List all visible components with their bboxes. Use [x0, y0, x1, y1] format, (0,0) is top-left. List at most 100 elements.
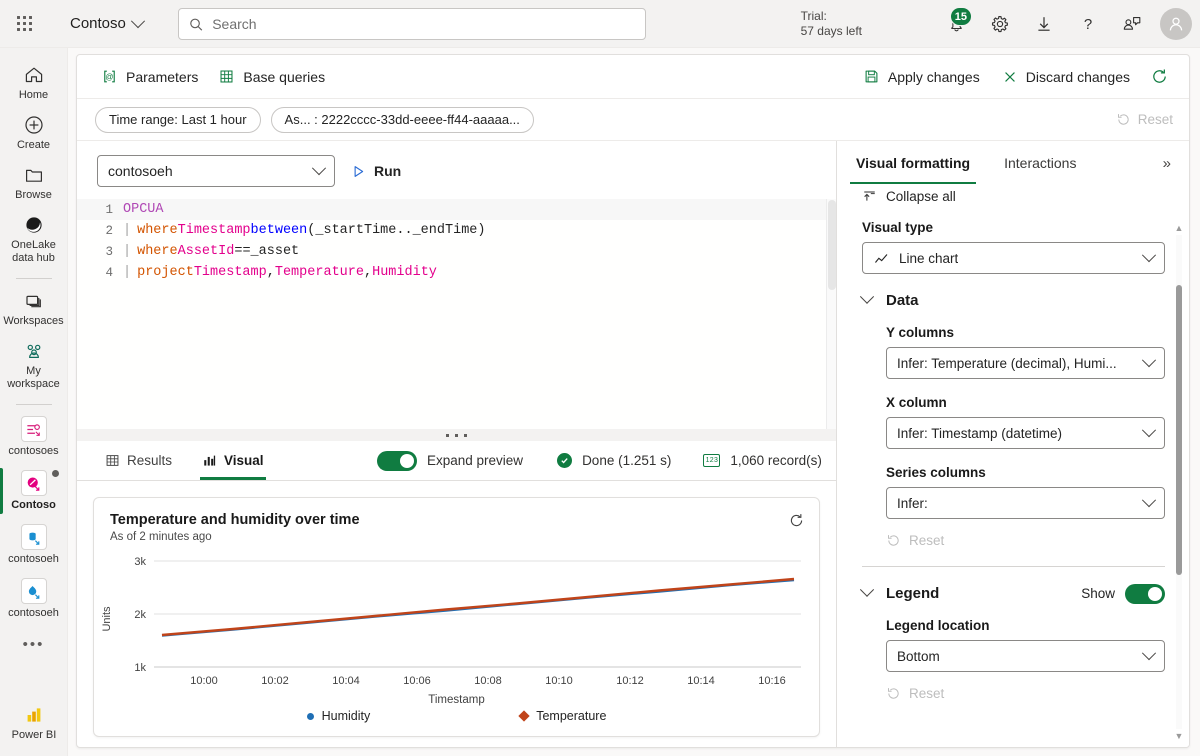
gear-icon [991, 16, 1008, 33]
sidebar-item-label: Create [16, 139, 51, 151]
editor-scrollbar[interactable] [826, 199, 836, 429]
legend-section-header[interactable]: Legend Show [859, 582, 1165, 604]
app-launcher-button[interactable] [0, 0, 48, 48]
legend-item-temperature[interactable]: Temperature [518, 709, 607, 723]
feedback-button[interactable] [1110, 0, 1154, 48]
rail-divider-2 [15, 404, 52, 405]
tab-interactions[interactable]: Interactions [998, 142, 1082, 184]
avatar[interactable] [1160, 8, 1192, 40]
line-number: 4 [105, 265, 113, 280]
filter-pill-time-range[interactable]: Time range: Last 1 hour [95, 106, 261, 133]
collapse-all-button[interactable]: Collapse all [838, 185, 1189, 204]
sidebar-item-home[interactable]: Home [0, 58, 68, 108]
code-token: _asset [250, 244, 300, 259]
apply-changes-label: Apply changes [887, 68, 980, 85]
query-header: contosoeh Run [77, 141, 836, 199]
eventhouse-icon [20, 524, 47, 550]
x-column-label: X column [886, 395, 947, 410]
legend-location-select[interactable]: Bottom [886, 640, 1165, 672]
legend-label: Temperature [536, 709, 607, 723]
series-line-temperature [161, 577, 795, 637]
legend-label: Humidity [321, 709, 371, 723]
scroll-down-arrow-icon[interactable]: ▼ [1173, 731, 1185, 741]
x-column-select[interactable]: Infer: Timestamp (datetime) [886, 417, 1165, 449]
sidebar-item-create[interactable]: Create [0, 108, 68, 158]
section-divider [862, 566, 1165, 567]
panel-scrollbar[interactable]: ▲ ▼ [1173, 223, 1185, 741]
brand-label: Contoso [70, 15, 126, 32]
chevron-double-right-icon[interactable]: » [1163, 155, 1171, 172]
plus-circle-icon [24, 116, 43, 134]
main-content-card: @ Parameters Base queries Apply changes … [76, 54, 1190, 748]
table-grid-icon [220, 70, 233, 83]
sidebar-item-contoso[interactable]: Contoso [0, 464, 68, 518]
chart-legend: Humidity Temperature [94, 709, 819, 723]
sidebar-item-contosoeh-eventhouse[interactable]: contosoeh [0, 518, 68, 572]
scroll-up-arrow-icon[interactable]: ▲ [1173, 223, 1185, 233]
filter-reset-button[interactable]: Reset [1116, 112, 1173, 127]
global-search[interactable] [178, 8, 646, 40]
sidebar-more-button[interactable]: ••• [0, 634, 68, 656]
series-columns-select[interactable]: Infer: [886, 487, 1165, 519]
filter-pill-asset[interactable]: As... : 2222cccc-33dd-eeee-ff44-aaaaa... [270, 106, 534, 133]
sidebar-item-contosoeh-kqldb[interactable]: contosoeh [0, 572, 68, 626]
visual-type-value: Line chart [899, 250, 959, 266]
y-axis-label: Units [101, 606, 113, 632]
command-bar-right: Apply changes Discard changes [853, 61, 1177, 93]
code-token: , [266, 265, 275, 280]
expand-preview-toggle[interactable] [377, 450, 417, 471]
person-icon [1169, 17, 1183, 31]
brand-menu[interactable]: Contoso [70, 13, 145, 32]
sidebar-item-power-bi[interactable]: Power BI [0, 698, 68, 748]
kql-editor[interactable]: 1 OPCUA 2 | where Timestamp between (_st… [77, 199, 836, 429]
pipe-glyph: | [123, 244, 132, 259]
base-queries-button[interactable]: Base queries [208, 61, 335, 93]
x-tick-label: 10:10 [545, 675, 573, 687]
sidebar-item-contosoes[interactable]: contosoes [0, 410, 68, 464]
discard-changes-button[interactable]: Discard changes [992, 61, 1140, 93]
download-button[interactable] [1022, 0, 1066, 48]
tab-visual[interactable]: Visual [190, 442, 276, 480]
tab-visual-formatting[interactable]: Visual formatting [850, 142, 977, 184]
legend-reset-button[interactable]: Reset [886, 686, 1165, 701]
tab-results[interactable]: Results [93, 442, 184, 480]
y-tick-label: 3k [134, 556, 146, 568]
code-token: Timestamp [177, 223, 251, 238]
main-body: contosoeh Run 1 OPCUA 2 | where Timestam… [77, 141, 1189, 747]
series-columns-label: Series columns [886, 465, 986, 480]
pipe-glyph: | [123, 265, 132, 280]
apply-changes-button[interactable]: Apply changes [853, 61, 990, 93]
top-navigation-bar: Contoso Trial: 57 days left 15 [0, 0, 1200, 48]
data-section-header[interactable]: Data [859, 289, 1165, 309]
y-columns-select[interactable]: Infer: Temperature (decimal), Humi... [886, 347, 1165, 379]
sidebar-item-workspaces[interactable]: Workspaces [0, 284, 68, 334]
legend-show-label: Show [1081, 586, 1115, 601]
data-reset-button[interactable]: Reset [886, 533, 1165, 548]
run-query-button[interactable]: Run [351, 163, 401, 179]
tab-visual-formatting-label: Visual formatting [856, 155, 971, 171]
eventstream-icon [20, 416, 47, 442]
trial-line-2: 57 days left [800, 24, 862, 38]
sidebar-item-onelake-data-hub[interactable]: OneLake data hub [0, 208, 68, 271]
notifications-button[interactable]: 15 [934, 0, 978, 48]
visual-type-select[interactable]: Line chart [862, 242, 1165, 274]
refresh-button[interactable] [1142, 61, 1177, 93]
parameters-button[interactable]: @ Parameters [91, 61, 208, 93]
search-input[interactable] [212, 16, 635, 32]
code-token: Humidity [372, 265, 437, 280]
line-chart-plot: Units 3k 2k 1k 10:00 10:02 10:04 10:06 1… [101, 556, 801, 687]
chevron-down-icon [1141, 646, 1157, 661]
scrollbar-thumb[interactable] [1176, 285, 1182, 575]
help-icon: ? [1084, 16, 1092, 33]
legend-item-humidity[interactable]: Humidity [306, 709, 371, 723]
number-icon: 123 [703, 454, 721, 467]
database-select[interactable]: contosoeh [97, 155, 335, 187]
settings-button[interactable] [978, 0, 1022, 48]
visual-preview-area: Temperature and humidity over time As of… [77, 481, 836, 747]
legend-show-toggle[interactable] [1125, 583, 1165, 604]
sidebar-item-my-workspace[interactable]: My workspace [0, 334, 68, 397]
help-button[interactable]: ? [1066, 0, 1110, 48]
pane-splitter-handle[interactable] [77, 429, 836, 441]
chart-refresh-button[interactable] [788, 512, 805, 534]
sidebar-item-browse[interactable]: Browse [0, 158, 68, 208]
